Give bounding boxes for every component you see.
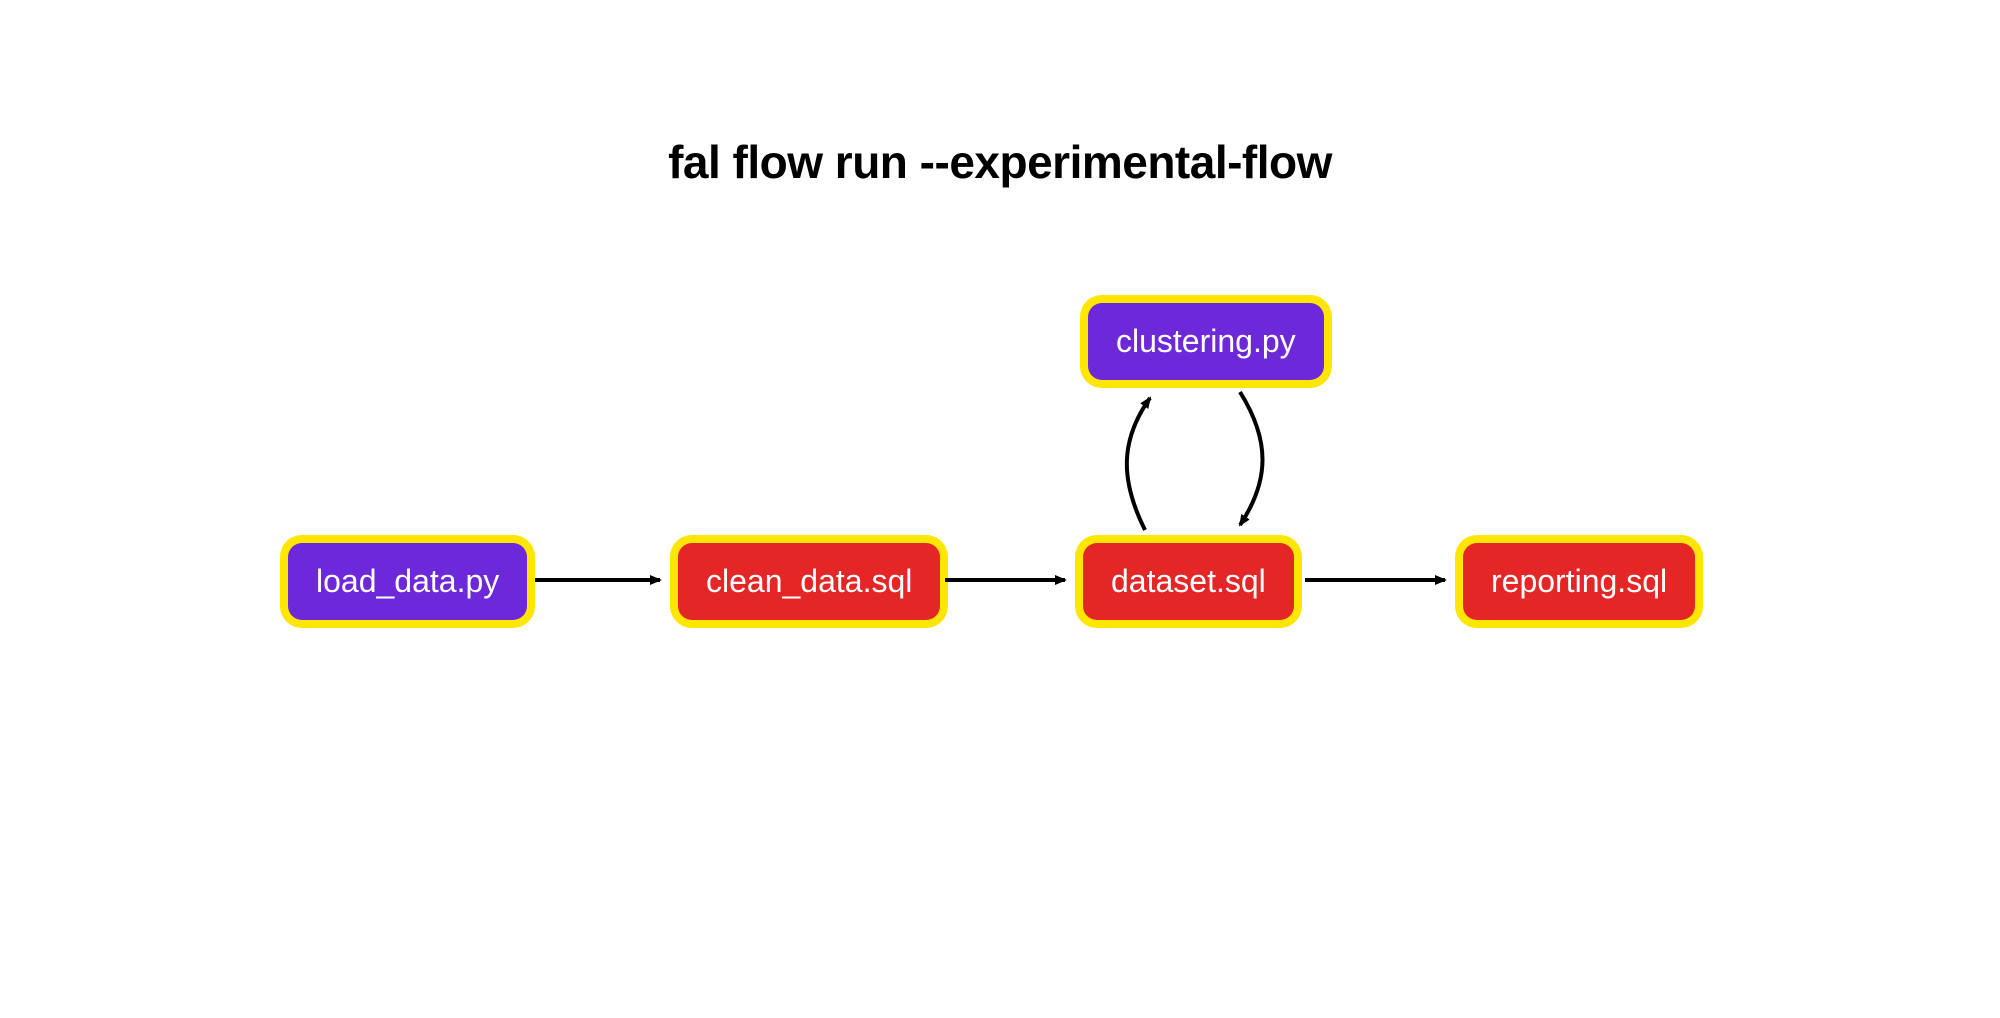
node-label: clean_data.sql [678, 543, 940, 620]
node-dataset: dataset.sql [1075, 535, 1302, 628]
node-clustering: clustering.py [1080, 295, 1332, 388]
node-label: reporting.sql [1463, 543, 1695, 620]
node-reporting: reporting.sql [1455, 535, 1703, 628]
node-load-data: load_data.py [280, 535, 535, 628]
node-label: dataset.sql [1083, 543, 1294, 620]
node-label: clustering.py [1088, 303, 1324, 380]
node-label: load_data.py [288, 543, 527, 620]
edge-dataset-to-clustering [1127, 398, 1150, 530]
diagram-title: fal flow run --experimental-flow [668, 135, 1332, 189]
edge-clustering-to-dataset [1240, 392, 1263, 525]
node-clean-data: clean_data.sql [670, 535, 948, 628]
